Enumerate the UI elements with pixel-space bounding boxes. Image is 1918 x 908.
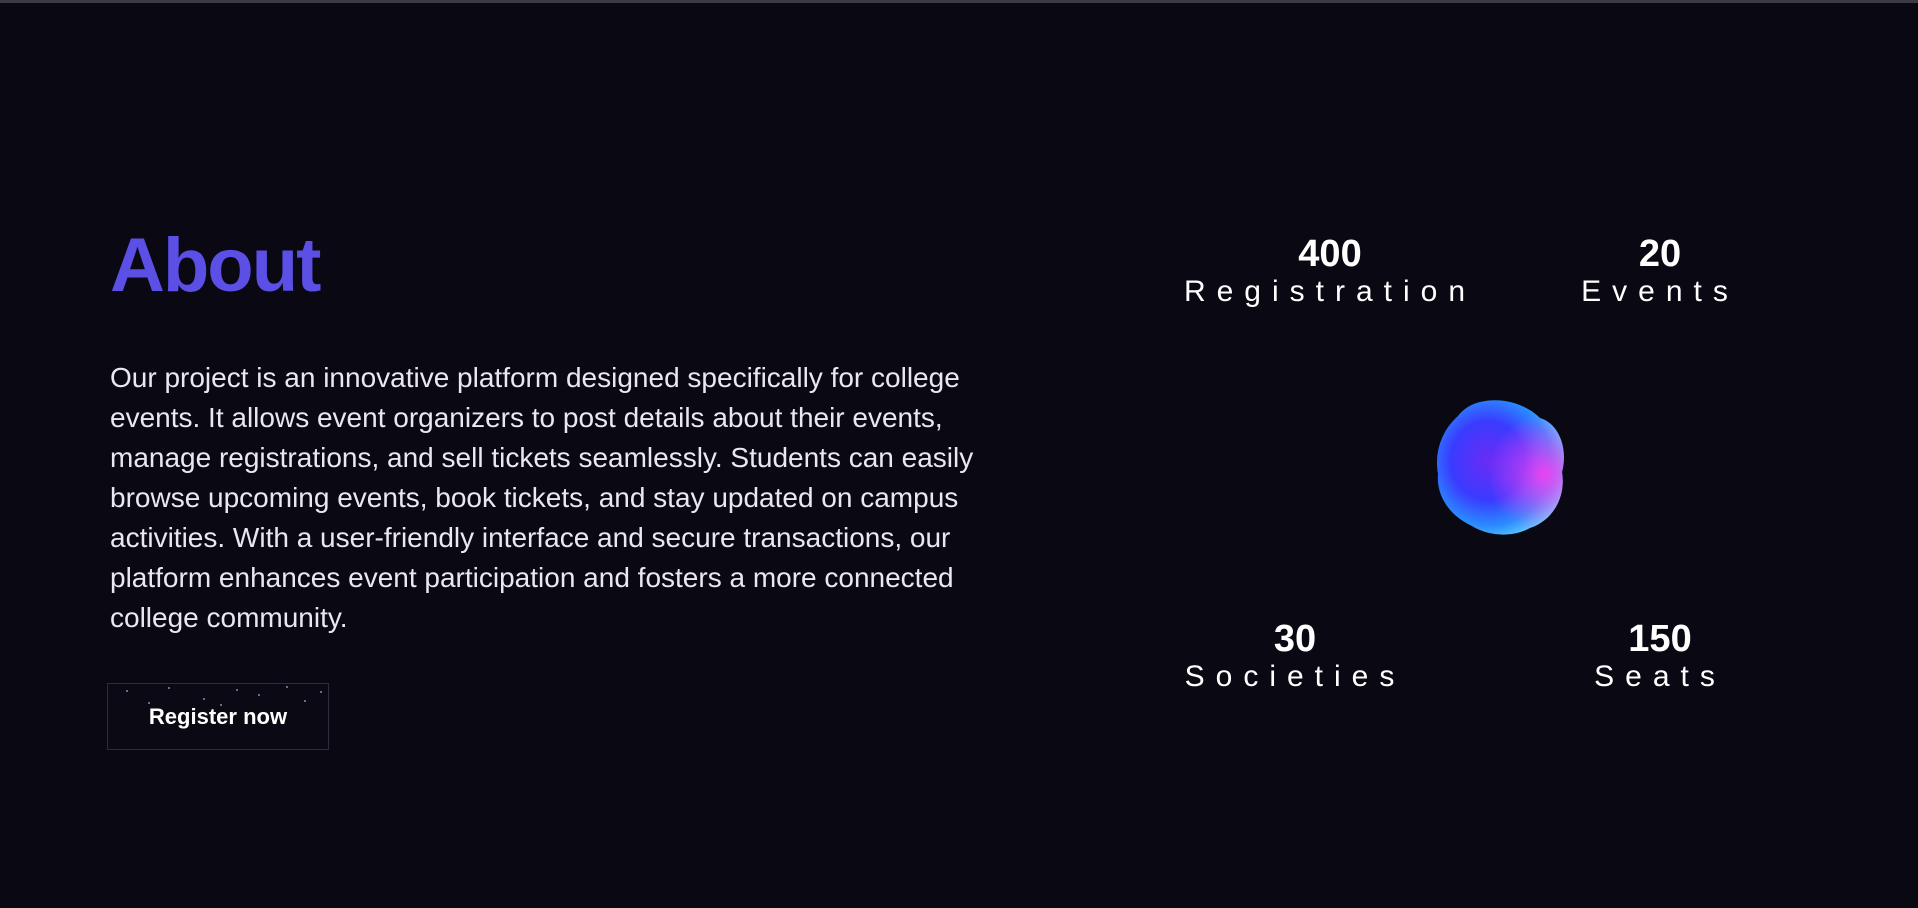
about-description: Our project is an innovative platform de… bbox=[110, 362, 974, 633]
register-now-label: Register now bbox=[148, 703, 288, 729]
stat-value: 30 bbox=[1273, 618, 1317, 660]
sparkle-dot bbox=[168, 687, 170, 689]
stat-value: 400 bbox=[1298, 233, 1362, 275]
stat-societies: 30 Societies bbox=[1160, 617, 1430, 695]
stat-label: Events bbox=[1581, 275, 1739, 308]
sparkle-dot bbox=[236, 689, 238, 691]
stat-value: 20 bbox=[1638, 233, 1682, 275]
register-now-button[interactable]: Register now bbox=[107, 683, 329, 750]
sparkle-dot bbox=[286, 686, 288, 688]
about-heading: About bbox=[110, 223, 321, 308]
sparkle-dot bbox=[220, 704, 222, 706]
sparkle-dot bbox=[320, 691, 322, 693]
stat-label: Societies bbox=[1184, 660, 1406, 693]
sparkle-dot bbox=[203, 698, 205, 700]
top-border bbox=[0, 0, 1918, 3]
stat-events: 20 Events bbox=[1560, 232, 1760, 310]
stat-registration: 400 Registration bbox=[1160, 232, 1500, 310]
sparkle-dot bbox=[304, 700, 306, 702]
sparkle-dot bbox=[126, 690, 128, 692]
stat-label: Registration bbox=[1183, 275, 1477, 308]
gradient-blob-icon bbox=[1420, 392, 1570, 542]
stat-value: 150 bbox=[1628, 618, 1692, 660]
stat-label: Seats bbox=[1594, 660, 1726, 693]
sparkle-dot bbox=[258, 694, 260, 696]
stat-seats: 150 Seats bbox=[1570, 617, 1750, 695]
sparkle-dot bbox=[148, 702, 150, 704]
